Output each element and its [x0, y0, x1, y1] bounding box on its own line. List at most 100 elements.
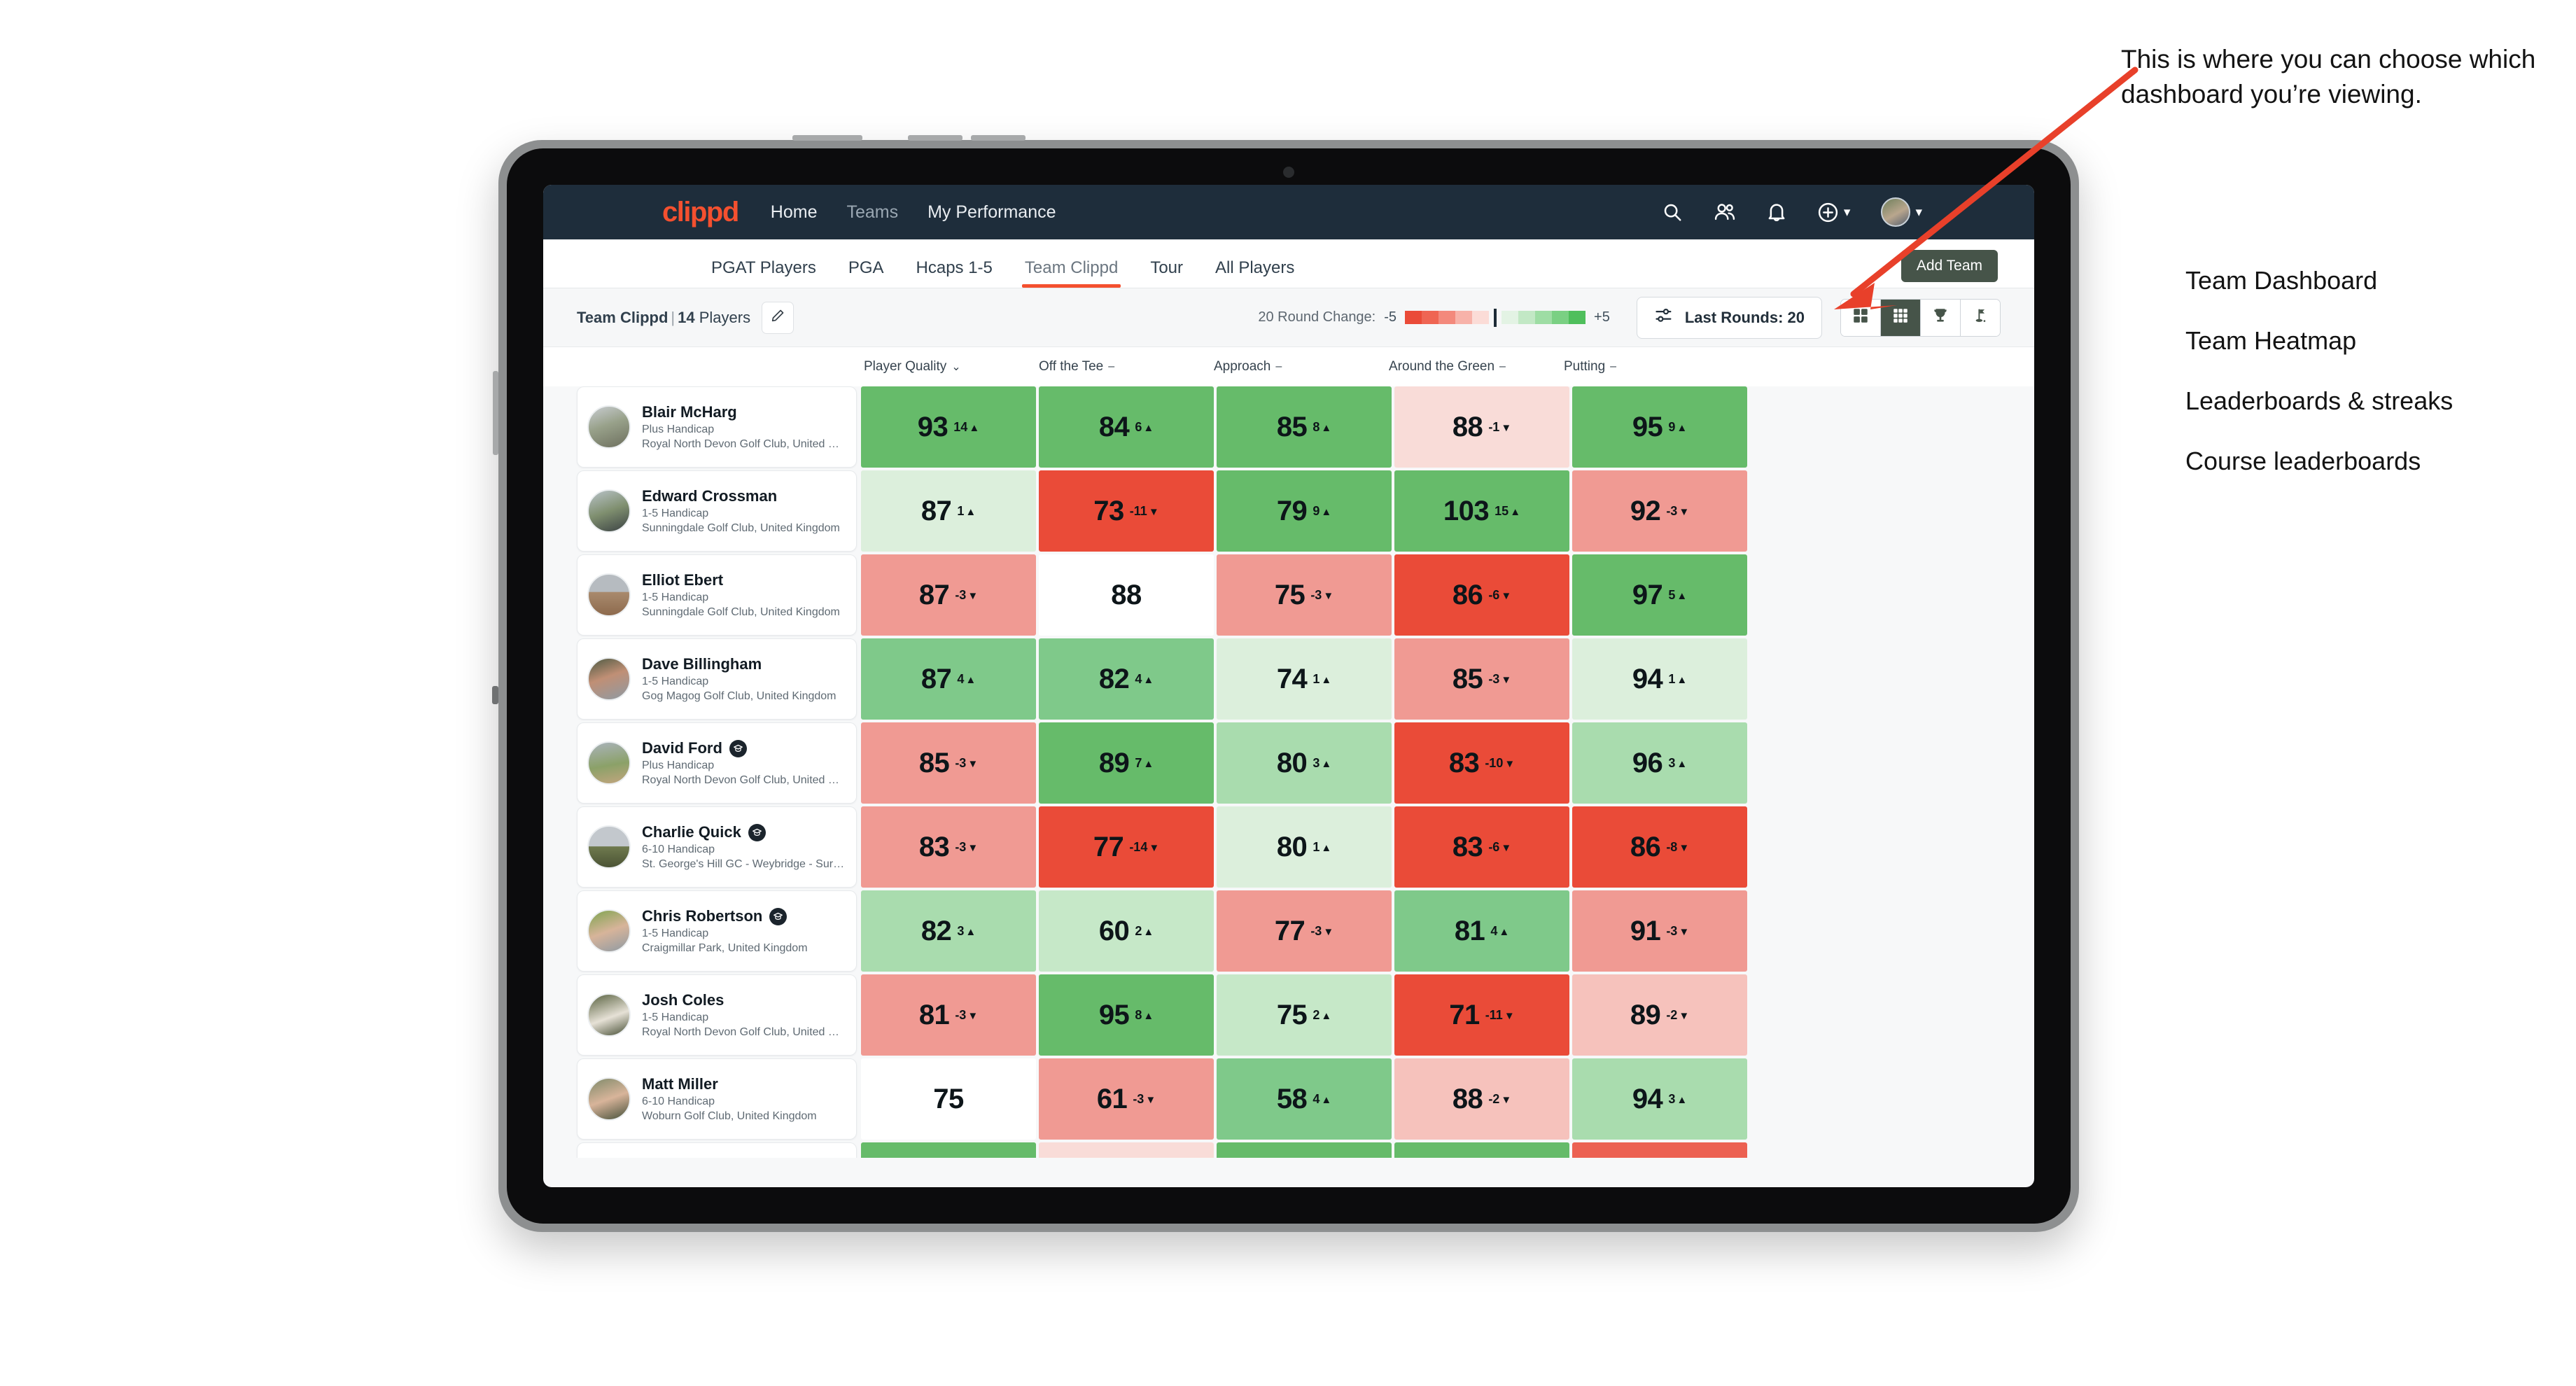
metric-cell[interactable]: 95 8 ▲ [1039, 974, 1214, 1056]
player-card[interactable]: Josh Coles 1-5 Handicap Royal North Devon … [577, 974, 857, 1056]
metric-cell[interactable]: 86 -8 ▼ [1572, 806, 1747, 888]
metric-cell[interactable]: 82 3 ▲ [861, 890, 1036, 972]
metric-cell[interactable]: 80 3 ▲ [1217, 722, 1392, 804]
metric-cell[interactable]: 79 9 ▲ [1217, 470, 1392, 552]
last-rounds-button[interactable]: Last Rounds: 20 [1636, 296, 1822, 339]
table-row[interactable]: Dave Billingham 1-5 Handicap Gog Magog Gol… [577, 638, 2034, 720]
metric-cell[interactable]: 75 [861, 1058, 1036, 1140]
tab-pga[interactable]: PGA [848, 258, 884, 288]
metric-cell[interactable]: 96 3 ▲ [1572, 722, 1747, 804]
metric-cell[interactable]: 73 -11 ▼ [1039, 470, 1214, 552]
player-card[interactable]: Blair McHarg Plus Handicap Royal North Dev… [577, 386, 857, 468]
metric-cell[interactable]: 84 6 ▲ [1039, 386, 1214, 468]
metric-cell[interactable]: 81 4 ▲ [1394, 890, 1569, 972]
metric-cell[interactable]: 85-4▼ [1572, 1142, 1747, 1158]
table-row[interactable]: Aaron Nicholls11-15 HandicapDrift Golf C… [577, 1142, 2034, 1158]
player-card[interactable]: Chris Robertson 1-5 Handicap Craigmillar P… [577, 890, 857, 972]
player-card[interactable]: Dave Billingham 1-5 Handicap Gog Magog Gol… [577, 638, 857, 720]
metric-cell[interactable]: 80 1 ▲ [1217, 806, 1392, 888]
side-button[interactable] [493, 371, 498, 455]
nav-link-home[interactable]: Home [771, 202, 818, 223]
player-card[interactable]: Aaron Nicholls11-15 HandicapDrift Golf C… [577, 1142, 857, 1158]
metric-cell[interactable]: 5810▲ [1217, 1142, 1392, 1158]
metric-delta: 1 ▲ [1312, 672, 1331, 687]
metric-cell[interactable]: 87 -3 ▼ [861, 554, 1036, 636]
metric-cell[interactable]: 89 7 ▲ [1039, 722, 1214, 804]
table-row[interactable]: David Ford Plus Handicap Royal North Devon… [577, 722, 2034, 804]
metric-cell[interactable]: 74 1 ▲ [1217, 638, 1392, 720]
power-button[interactable] [792, 135, 862, 141]
metric-cell[interactable]: 75 2 ▲ [1217, 974, 1392, 1056]
metric-cell[interactable]: 88 -2 ▼ [1394, 1058, 1569, 1140]
metric-cell[interactable]: 60 2 ▲ [1039, 890, 1214, 972]
tab-tour[interactable]: Tour [1150, 258, 1183, 288]
metric-cell[interactable]: 94 1 ▲ [1572, 638, 1747, 720]
player-handicap: 6-10 Handicap [642, 844, 715, 855]
metric-cell[interactable]: 83 -6 ▼ [1394, 806, 1569, 888]
metric-cell[interactable]: 58 4 ▲ [1217, 1058, 1392, 1140]
metric-cell[interactable]: 60-1▼ [1039, 1142, 1214, 1158]
table-row[interactable]: Charlie Quick 6-10 Handicap St. George's H… [577, 806, 2034, 888]
volume-up-button[interactable] [908, 135, 962, 141]
legend-min-value: -5 [1384, 309, 1397, 325]
metric-cell[interactable]: 85 8 ▲ [1217, 386, 1392, 468]
metric-cell[interactable]: 77 -3 ▼ [1217, 890, 1392, 972]
tab-team-clippd[interactable]: Team Clippd [1021, 258, 1121, 288]
metric-cell[interactable]: 85 -3 ▼ [1394, 638, 1569, 720]
metric-cell[interactable]: 77 -14 ▼ [1039, 806, 1214, 888]
metric-cell[interactable]: 82 4 ▲ [1039, 638, 1214, 720]
nav-link-my-performance[interactable]: My Performance [927, 202, 1056, 223]
column-header-approach[interactable]: Approach – [1211, 359, 1386, 374]
metric-cell[interactable]: 61 -3 ▼ [1039, 1058, 1214, 1140]
metric-cell[interactable]: 97 5 ▲ [1572, 554, 1747, 636]
column-header-player-quality[interactable]: Player Quality ⌄ [861, 359, 1036, 374]
metric-cell[interactable]: 87 4 ▲ [861, 638, 1036, 720]
clippd-logo[interactable]: clippd [662, 197, 739, 228]
player-handicap: 1-5 Handicap [642, 927, 709, 939]
triangle-down-icon: ▼ [1501, 673, 1512, 686]
tab-all-players[interactable]: All Players [1215, 258, 1294, 288]
metric-cell[interactable]: 94 3 ▲ [1572, 1058, 1747, 1140]
search-icon[interactable] [1662, 202, 1683, 223]
metric-cell[interactable]: 86 -6 ▼ [1394, 554, 1569, 636]
table-row[interactable]: Matt Miller 6-10 Handicap Woburn Golf Club… [577, 1058, 2034, 1140]
tab-hcaps-1-5[interactable]: Hcaps 1-5 [916, 258, 993, 288]
metric-cell[interactable]: 83 -3 ▼ [861, 806, 1036, 888]
metric-cell[interactable]: 95 9 ▲ [1572, 386, 1747, 468]
metric-cell[interactable]: 89 -2 ▼ [1572, 974, 1747, 1056]
player-card[interactable]: Elliot Ebert 1-5 Handicap Sunningdale Golf… [577, 554, 857, 636]
metric-cell[interactable]: 71 -11 ▼ [1394, 974, 1569, 1056]
table-row[interactable]: Elliot Ebert 1-5 Handicap Sunningdale Golf… [577, 554, 2034, 636]
nav-link-teams[interactable]: Teams [846, 202, 898, 223]
people-icon[interactable] [1714, 202, 1736, 223]
metric-cell[interactable]: 83 -10 ▼ [1394, 722, 1569, 804]
metric-cell[interactable]: 93 14 ▲ [861, 386, 1036, 468]
edit-team-button[interactable] [762, 301, 794, 334]
metric-cell[interactable]: 8421▲ [1394, 1142, 1569, 1158]
table-row[interactable]: Josh Coles 1-5 Handicap Royal North Devon … [577, 974, 2034, 1056]
metric-cell[interactable]: 88 -1 ▼ [1394, 386, 1569, 468]
player-card[interactable]: Matt Miller 6-10 Handicap Woburn Golf Club… [577, 1058, 857, 1140]
metric-cell[interactable]: 92 -3 ▼ [1572, 470, 1747, 552]
metric-cell[interactable]: 81 -3 ▼ [861, 974, 1036, 1056]
player-card[interactable]: Charlie Quick 6-10 Handicap St. George's H… [577, 806, 857, 888]
column-header-putting[interactable]: Putting – [1561, 359, 1736, 374]
table-row[interactable]: Blair McHarg Plus Handicap Royal North Dev… [577, 386, 2034, 468]
volume-down-button[interactable] [971, 135, 1026, 141]
column-header-off-the-tee[interactable]: Off the Tee – [1036, 359, 1211, 374]
bell-icon[interactable] [1767, 202, 1786, 223]
table-row[interactable]: Chris Robertson 1-5 Handicap Craigmillar P… [577, 890, 2034, 972]
metric-cell[interactable]: 75 -3 ▼ [1217, 554, 1392, 636]
metric-cell[interactable]: 88 [1039, 554, 1214, 636]
player-card[interactable]: Edward Crossman 1-5 Handicap Sunningdale G… [577, 470, 857, 552]
metric-cell[interactable]: 91 -3 ▼ [1572, 890, 1747, 972]
metric-cell[interactable]: 87 1 ▲ [861, 470, 1036, 552]
metric-cell[interactable]: 103 15 ▲ [1394, 470, 1569, 552]
tab-pgat-players[interactable]: PGAT Players [711, 258, 816, 288]
metric-cell[interactable]: 748▲ [861, 1142, 1036, 1158]
player-card[interactable]: David Ford Plus Handicap Royal North Devon… [577, 722, 857, 804]
metric-cell[interactable]: 85 -3 ▼ [861, 722, 1036, 804]
column-header-around-the-green[interactable]: Around the Green – [1386, 359, 1561, 374]
table-row[interactable]: Edward Crossman 1-5 Handicap Sunningdale G… [577, 470, 2034, 552]
triangle-down-icon: ▼ [1679, 925, 1690, 938]
